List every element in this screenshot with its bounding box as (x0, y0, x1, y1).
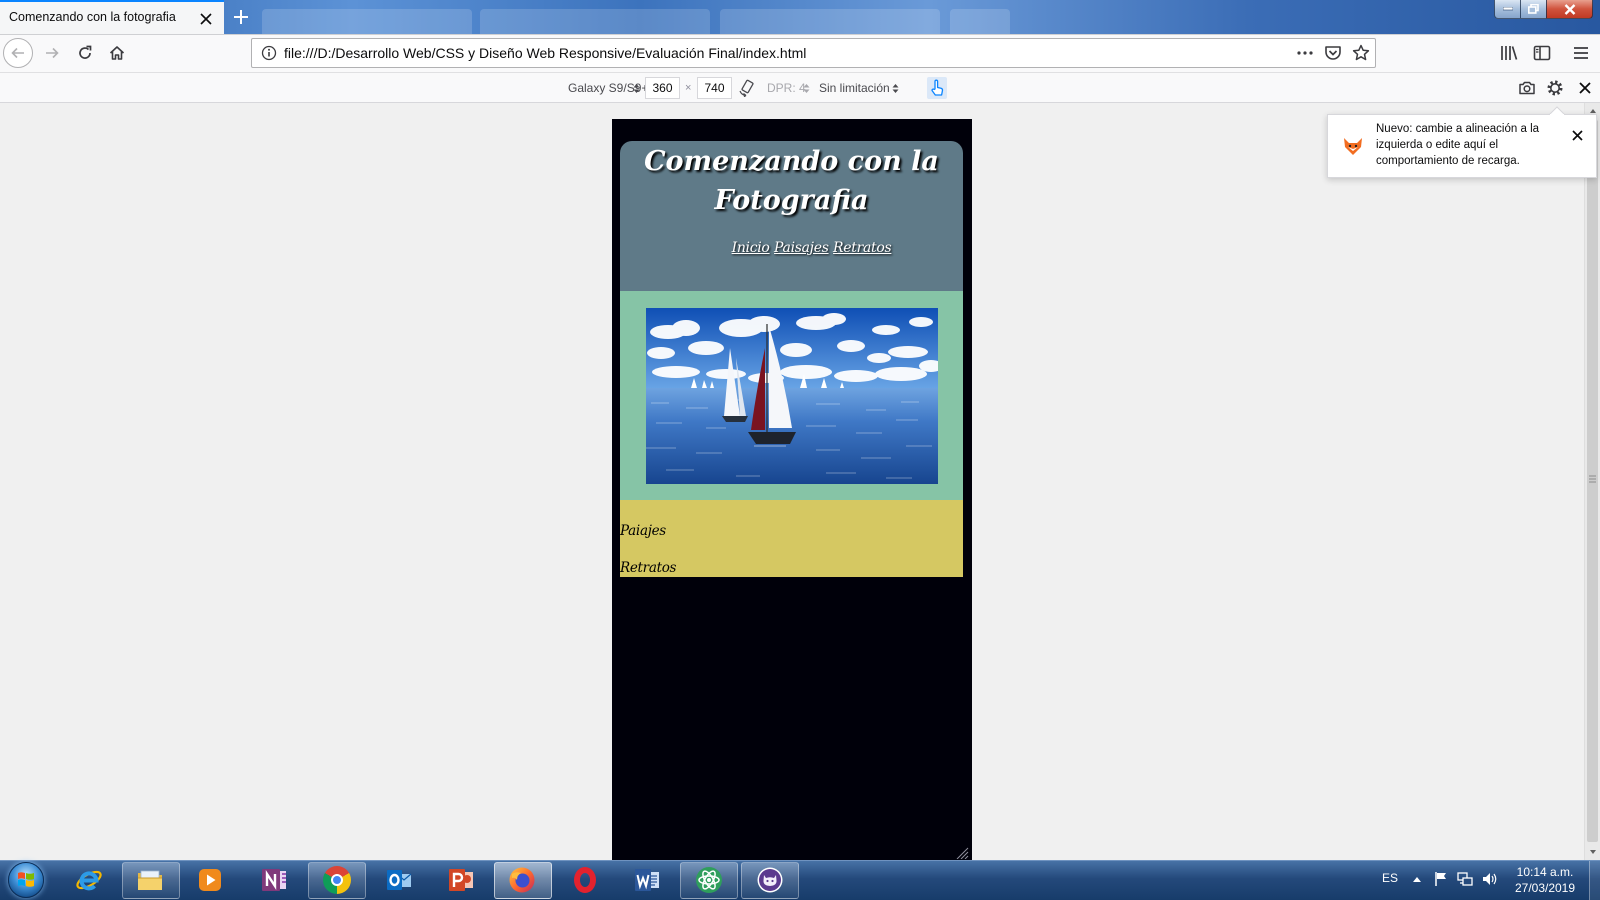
outlook-icon[interactable] (385, 866, 413, 894)
home-icon (109, 46, 125, 60)
network-throttling-selector[interactable]: Sin limitación (819, 73, 890, 103)
clock-time: 10:14 a.m. (1516, 865, 1574, 879)
media-player-icon[interactable] (196, 866, 224, 894)
settings-gear-icon[interactable] (1546, 79, 1564, 97)
nav-link-inicio[interactable]: Inicio (732, 240, 770, 256)
forward-button[interactable] (37, 38, 67, 68)
url-text[interactable]: file:///D:/Desarrollo Web/CSS y Diseño W… (284, 39, 806, 67)
screenshot-camera-icon[interactable] (1518, 79, 1536, 97)
file-explorer-icon[interactable] (136, 866, 164, 894)
reload-button[interactable] (70, 38, 100, 68)
bookmark-star-icon[interactable] (1352, 44, 1370, 62)
dpr-selector[interactable]: DPR: 4 (767, 73, 806, 103)
page-title-line: Fotografia (714, 185, 869, 216)
close-notification-icon[interactable] (1571, 129, 1584, 142)
home-button[interactable] (102, 38, 132, 68)
chrome-icon[interactable] (323, 866, 351, 894)
show-desktop-button[interactable] (1589, 861, 1600, 900)
close-window-button[interactable] (1546, 0, 1593, 19)
info-icon[interactable] (261, 45, 277, 61)
background-window-ghost (480, 9, 710, 34)
library-icon[interactable] (1500, 44, 1518, 62)
nav-link-retratos[interactable]: Retratos (833, 240, 892, 256)
restore-window-button[interactable] (1520, 0, 1547, 19)
tab-title: Comenzando con la fotografia (9, 10, 176, 24)
link-retratos[interactable]: Retratos (620, 559, 676, 577)
minimize-icon (1502, 7, 1513, 11)
site-nav: Inicio Paisajes Retratos (660, 239, 963, 257)
close-tab-icon[interactable] (199, 12, 213, 26)
back-icon (11, 47, 24, 59)
windows-taskbar (0, 860, 1600, 900)
browser-tab-active[interactable]: Comenzando con la fotografia (0, 0, 224, 34)
taskbar-clock[interactable]: 10:14 a.m. 27/03/2019 (1510, 864, 1580, 896)
clock-date: 27/03/2019 (1514, 881, 1576, 895)
site-header: Comenzando con la Fotografia Inicio Pais… (620, 141, 963, 291)
background-window-ghost (720, 9, 940, 34)
network-icon[interactable] (1457, 871, 1473, 887)
notification-pointer (1549, 106, 1565, 115)
updown-icon[interactable] (803, 83, 810, 94)
forward-icon (46, 47, 59, 59)
volume-icon[interactable] (1482, 871, 1498, 887)
action-center-flag-icon[interactable] (1434, 871, 1448, 887)
grip-icon (1589, 475, 1596, 483)
show-hidden-icons-arrow[interactable] (1412, 875, 1422, 883)
url-bar[interactable]: file:///D:/Desarrollo Web/CSS y Diseño W… (251, 38, 1376, 68)
internet-explorer-icon[interactable] (75, 866, 103, 894)
restore-icon (1528, 4, 1539, 14)
viewport-height-input[interactable] (697, 77, 732, 99)
navigation-toolbar: file:///D:/Desarrollo Web/CSS y Diseño W… (0, 34, 1600, 72)
viewport-width-input[interactable] (645, 77, 680, 99)
back-button[interactable] (3, 38, 33, 68)
device-viewport[interactable]: Comenzando con la Fotografia Inicio Pais… (612, 119, 972, 860)
background-window-ghost (262, 9, 472, 34)
sailboats-photo (646, 308, 938, 484)
windows-logo-icon (18, 872, 34, 887)
minimize-window-button[interactable] (1494, 0, 1521, 19)
touch-simulation-button[interactable] (927, 77, 947, 99)
github-desktop-icon[interactable] (756, 866, 784, 894)
close-responsive-mode-icon[interactable] (1576, 79, 1594, 97)
vertical-scrollbar[interactable] (1584, 103, 1600, 860)
dimension-separator: × (685, 82, 692, 94)
firefox-icon[interactable] (508, 866, 536, 894)
onenote-icon[interactable] (260, 866, 288, 894)
background-window-ghost (950, 9, 1010, 34)
menu-icon[interactable] (1572, 44, 1590, 62)
updown-icon[interactable] (633, 83, 640, 94)
reload-settings-notification: Nuevo: cambie a alineación a la izquierd… (1327, 114, 1597, 178)
sidebar-icon[interactable] (1533, 44, 1551, 62)
scrollbar-thumb[interactable] (1587, 120, 1598, 842)
new-tab-icon[interactable] (233, 9, 249, 25)
rotate-icon[interactable] (738, 79, 756, 97)
scroll-down-arrow-icon[interactable] (1585, 844, 1600, 860)
link-paisajes[interactable]: Paiajes (620, 522, 666, 540)
opera-icon[interactable] (571, 866, 599, 894)
atom-icon[interactable] (695, 866, 723, 894)
start-button[interactable] (8, 862, 44, 898)
notification-text: Nuevo: cambie a alineación a la izquierd… (1376, 123, 1540, 167)
hero-section (620, 291, 963, 500)
close-icon (1564, 3, 1575, 15)
input-language-indicator[interactable]: ES (1382, 871, 1398, 885)
nav-link-paisajes[interactable]: Paisajes (774, 240, 829, 256)
responsive-design-toolbar: Galaxy S9/S9+ × DPR: 4 Sin limitación (0, 72, 1600, 103)
powerpoint-icon[interactable] (447, 866, 475, 894)
pocket-icon[interactable] (1324, 44, 1342, 62)
reload-icon (79, 45, 92, 59)
updown-icon[interactable] (892, 83, 899, 94)
links-section: Paiajes Retratos (620, 500, 963, 577)
word-icon[interactable] (633, 866, 661, 894)
chrome-icon-center (331, 874, 343, 886)
touch-simulation-icon (931, 79, 944, 96)
opera-ring (574, 867, 596, 893)
page-title-line: Comenzando con la (644, 146, 939, 177)
firefox-fox-icon (1342, 136, 1364, 156)
more-actions-icon[interactable] (1296, 44, 1314, 62)
viewport-resize-handle[interactable] (955, 847, 969, 859)
